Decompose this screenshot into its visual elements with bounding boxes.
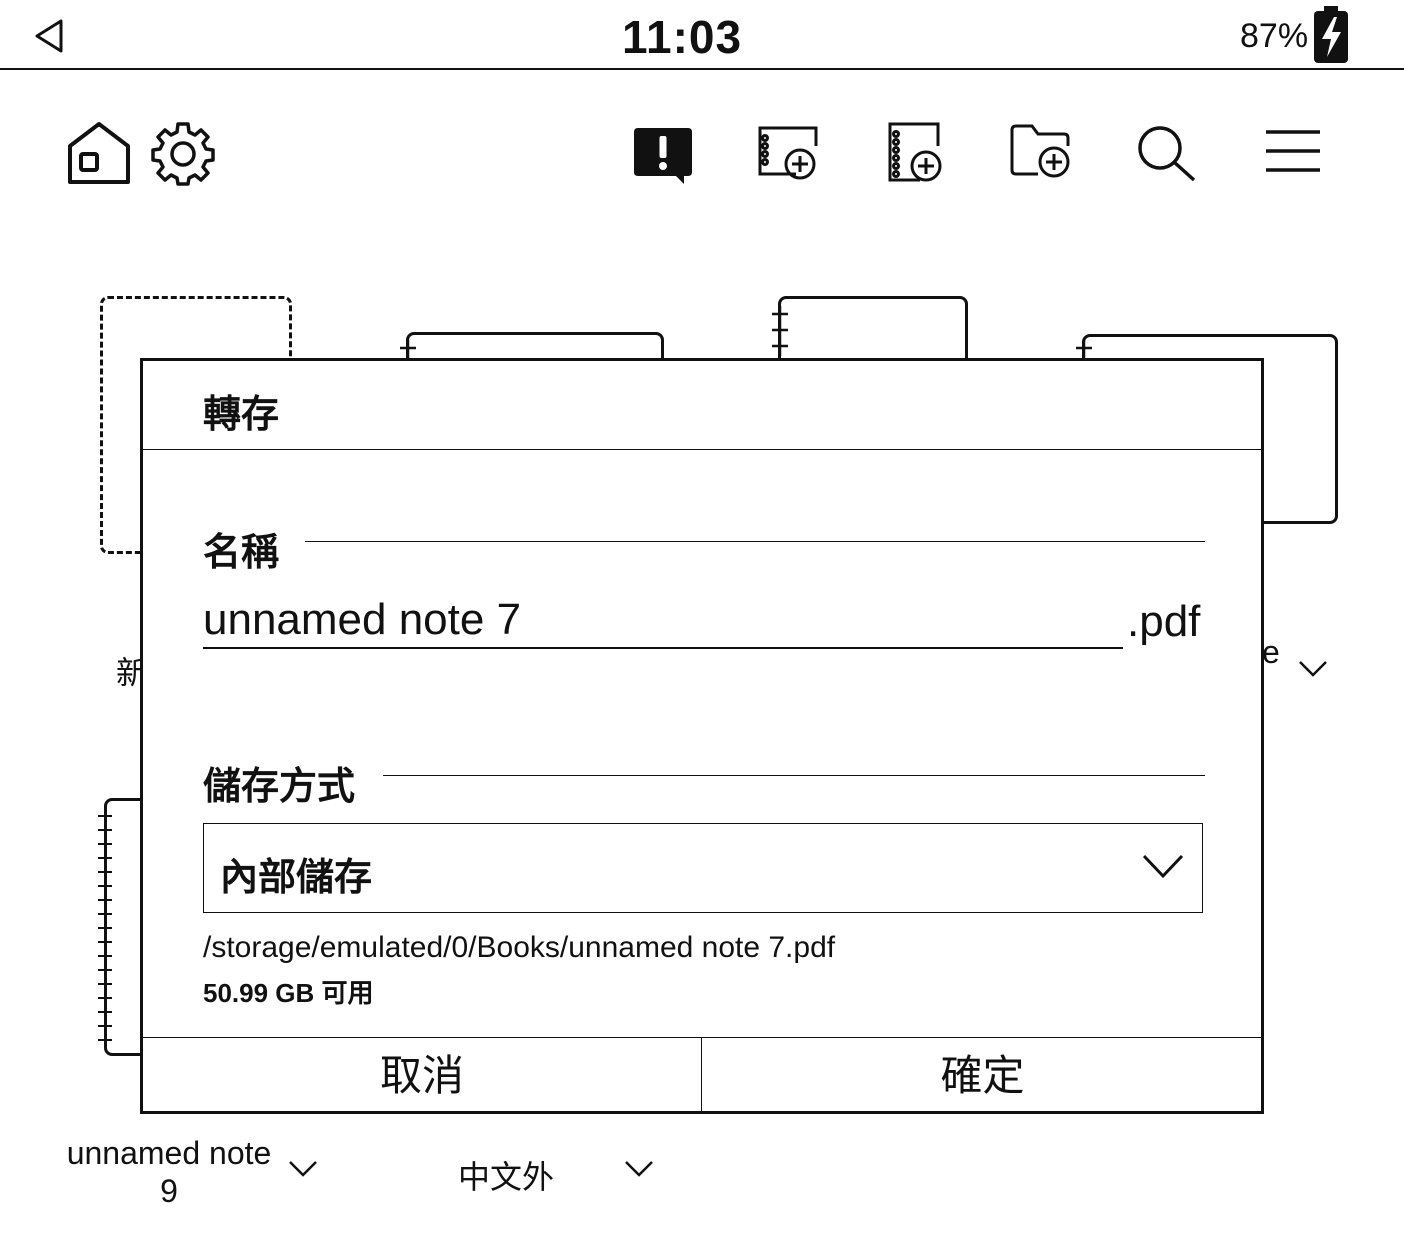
file-extension: .pdf bbox=[1127, 597, 1201, 646]
home-icon[interactable] bbox=[66, 120, 132, 186]
cancel-button[interactable]: 取消 bbox=[143, 1038, 702, 1112]
name-section-label: 名稱 bbox=[203, 532, 280, 574]
tile-label: e bbox=[1262, 634, 1280, 670]
confirm-button[interactable]: 確定 bbox=[703, 1038, 1262, 1112]
title-divider bbox=[143, 449, 1261, 450]
chevron-down-icon bbox=[1142, 854, 1184, 879]
storage-selected-value: 內部儲存 bbox=[220, 857, 373, 899]
notebook-name-line2: 9 bbox=[160, 1173, 178, 1209]
chevron-down-icon[interactable] bbox=[288, 1160, 318, 1178]
new-folder-icon[interactable] bbox=[1008, 124, 1074, 182]
feedback-icon[interactable] bbox=[632, 126, 694, 186]
notebook-name: 中文外 bbox=[458, 1159, 555, 1195]
notebook-name: unnamed note 9 bbox=[66, 1134, 272, 1210]
chevron-down-icon[interactable] bbox=[624, 1160, 654, 1178]
save-as-dialog: 轉存 名稱 .pdf 儲存方式 內部儲存 /storage/emulated/0… bbox=[140, 358, 1264, 1114]
battery-percent: 87% bbox=[1240, 17, 1309, 55]
section-rule bbox=[305, 541, 1205, 542]
spiral-binding-icon bbox=[98, 806, 112, 1046]
storage-location-select[interactable]: 內部儲存 bbox=[203, 823, 1203, 913]
storage-section-label: 儲存方式 bbox=[203, 766, 356, 808]
search-icon[interactable] bbox=[1136, 124, 1198, 184]
binding-icon bbox=[400, 340, 416, 360]
menu-icon[interactable] bbox=[1264, 128, 1322, 174]
battery-charging-icon bbox=[1314, 6, 1348, 63]
dialog-button-row: 取消 確定 bbox=[143, 1037, 1261, 1112]
binding-icon bbox=[772, 306, 788, 356]
binding-icon bbox=[1076, 340, 1092, 360]
file-path: /storage/emulated/0/Books/unnamed note 7… bbox=[203, 931, 836, 964]
new-notebook-alt-icon[interactable] bbox=[886, 120, 948, 186]
notebook-name-line1: unnamed note bbox=[66, 1135, 272, 1171]
section-rule bbox=[383, 775, 1205, 776]
clock: 11:03 bbox=[621, 11, 743, 63]
free-space: 50.99 GB 可用 bbox=[203, 978, 374, 1008]
chevron-down-icon[interactable] bbox=[1298, 660, 1328, 678]
dialog-title: 轉存 bbox=[203, 394, 280, 436]
gear-icon[interactable] bbox=[150, 120, 216, 186]
file-name-input[interactable] bbox=[203, 593, 1123, 649]
new-notebook-icon[interactable] bbox=[756, 124, 822, 184]
